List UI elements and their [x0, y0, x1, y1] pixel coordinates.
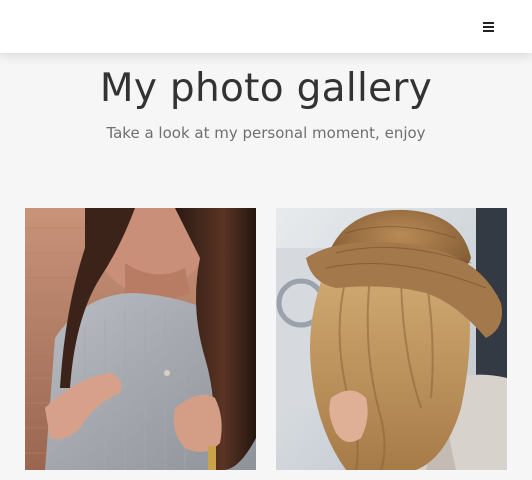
- menu-bar: [483, 30, 494, 32]
- page-subtitle: Take a look at my personal moment, enjoy: [106, 124, 426, 142]
- menu-bar: [483, 26, 494, 28]
- page-title: My photo gallery: [99, 66, 433, 111]
- gallery-photo-1[interactable]: [25, 208, 256, 470]
- photo-woman-gray-sweater: [25, 208, 256, 470]
- photo-woman-straw-hat: [276, 208, 507, 470]
- page: My photo gallery Take a look at my perso…: [0, 0, 532, 480]
- top-navbar: [0, 0, 532, 53]
- gallery-photo-2[interactable]: [276, 208, 507, 470]
- hamburger-menu-icon[interactable]: [474, 15, 502, 39]
- menu-bar: [483, 22, 494, 24]
